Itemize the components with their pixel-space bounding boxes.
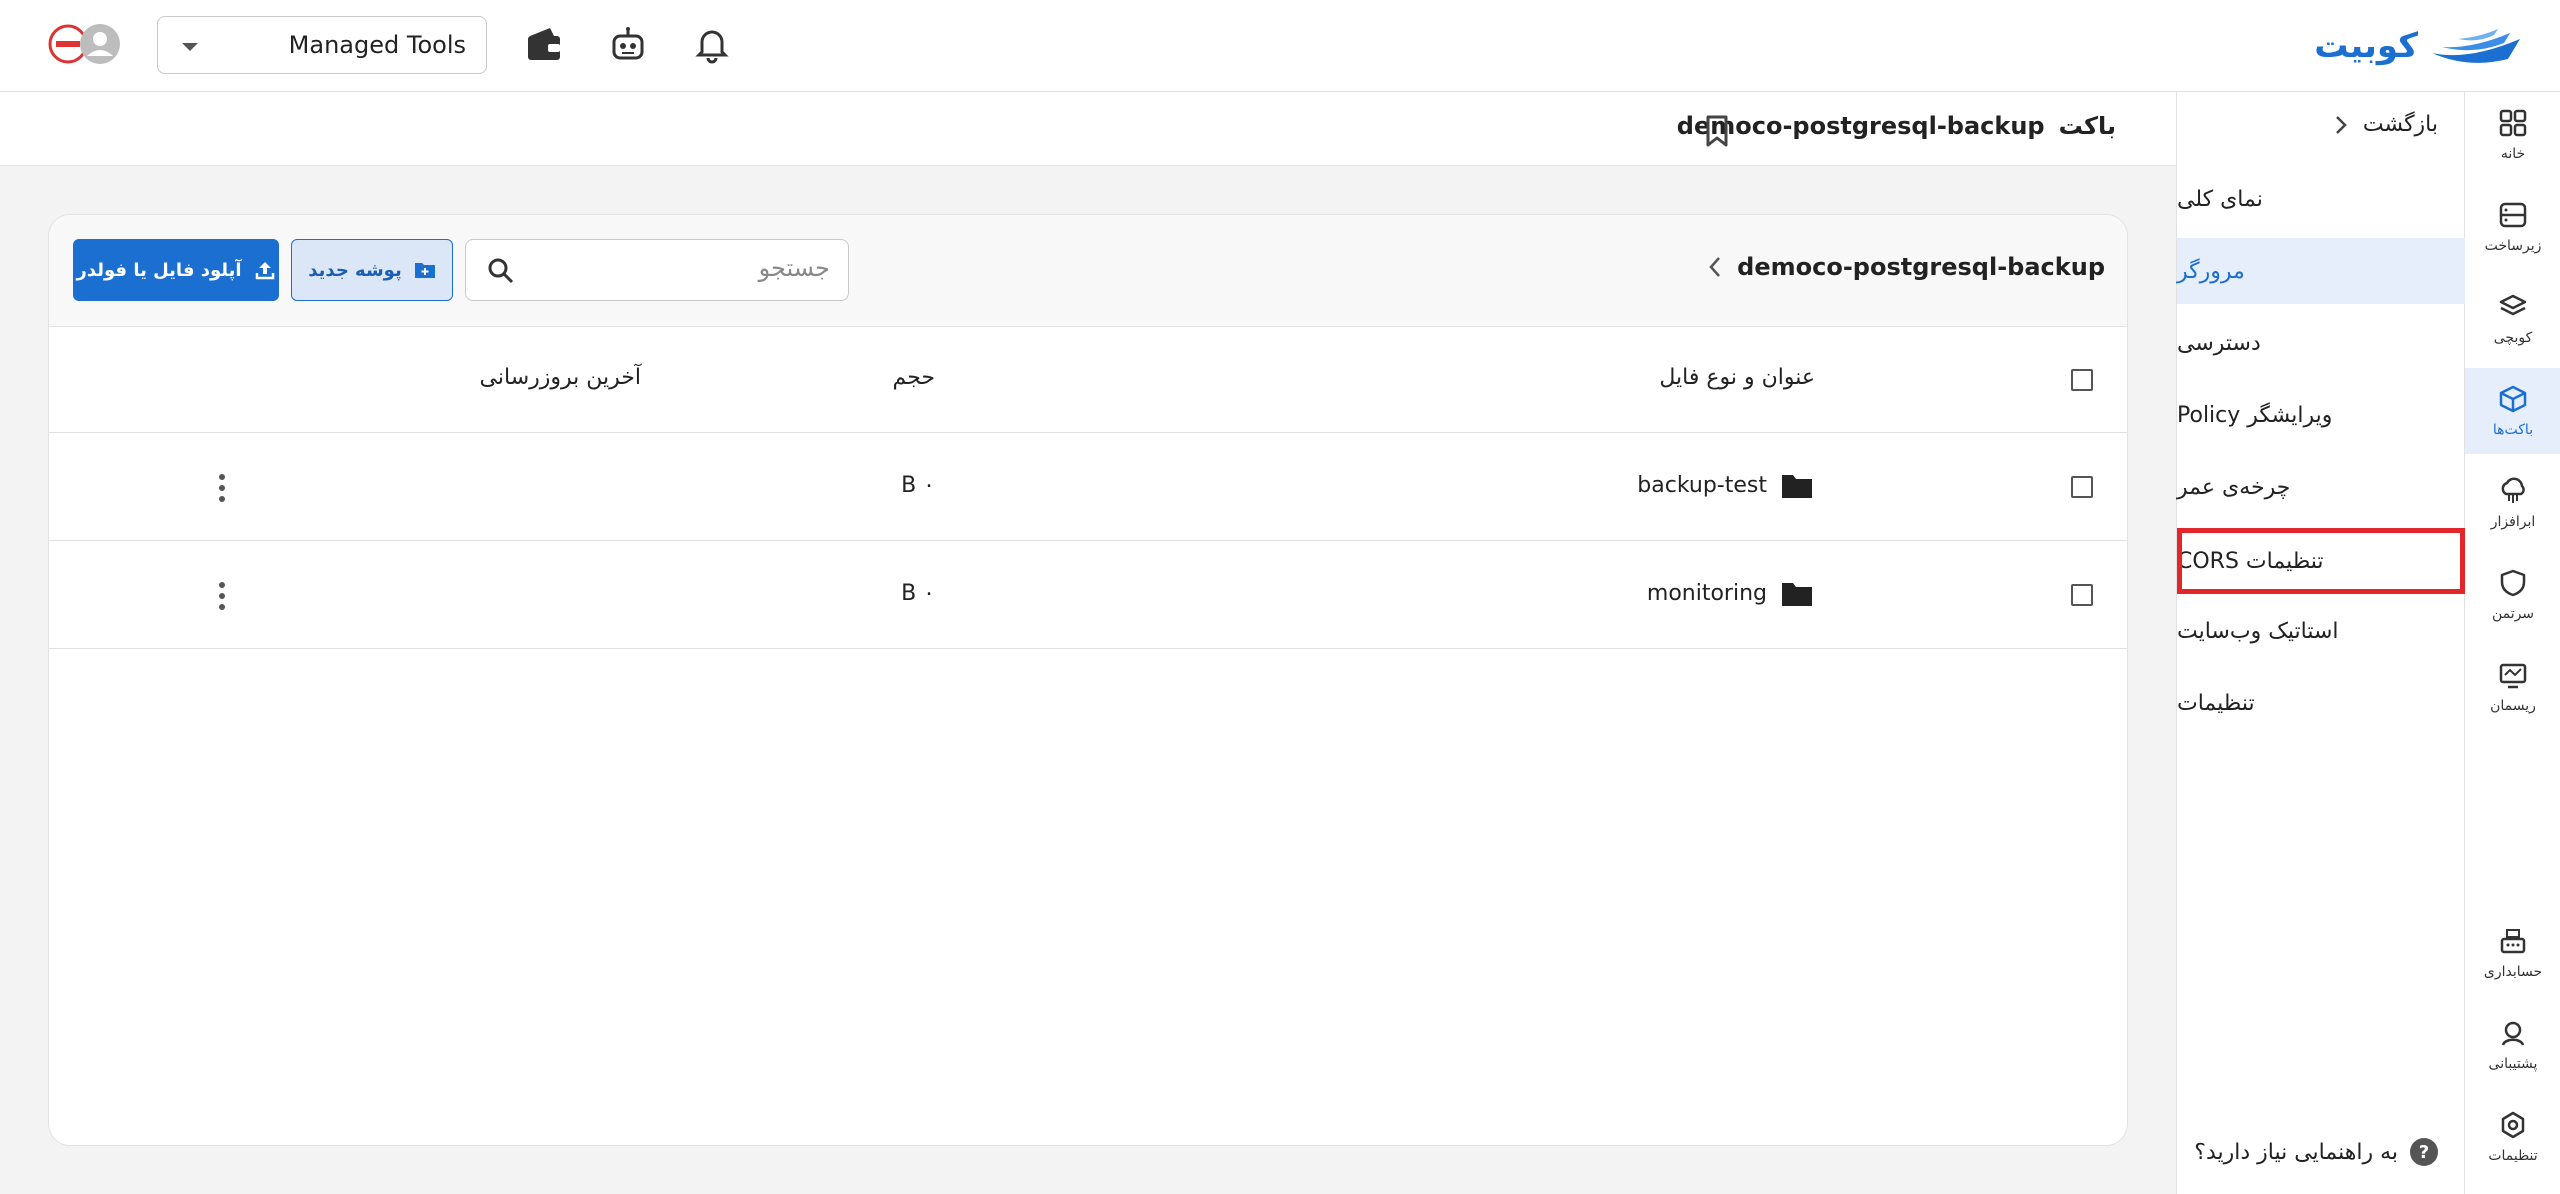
boat-logo-icon xyxy=(2432,29,2520,63)
row-name[interactable]: backup-test xyxy=(1637,473,1767,498)
support-icon xyxy=(2501,1021,2525,1046)
main-rail: خانه زیرساخت کوبچی باکت‌ها ابرافزار سرتم… xyxy=(2464,92,2560,1194)
robot-icon[interactable] xyxy=(606,22,650,66)
chevron-right-icon xyxy=(2335,115,2347,134)
page-title-prefix: باکت xyxy=(2058,112,2116,140)
wallet-icon[interactable] xyxy=(522,22,566,66)
rail-item-label: حسابداری xyxy=(2483,964,2543,980)
cube-icon xyxy=(2499,385,2527,413)
nav-overview[interactable]: نمای کلی xyxy=(2177,166,2465,232)
rail-item-label: پشتیبانی xyxy=(2488,1056,2538,1072)
page-title: باکت democo-postgresql-backup xyxy=(1677,112,2116,140)
grid-icon xyxy=(2499,109,2527,137)
chevron-left-icon xyxy=(1709,257,1721,277)
search-input[interactable] xyxy=(550,254,830,282)
layers-icon xyxy=(2499,294,2527,316)
rail-item-label: ریسمان xyxy=(2490,698,2536,714)
shield-icon xyxy=(2500,569,2526,597)
nav-access[interactable]: دسترسی xyxy=(2177,310,2465,376)
folder-plus-icon xyxy=(414,263,435,278)
column-updated[interactable]: آخرین بروزرسانی xyxy=(480,365,641,390)
rail-item-label: سرتمن xyxy=(2491,606,2535,622)
bell-icon[interactable] xyxy=(690,22,734,66)
workspace-select-value: Managed Tools xyxy=(288,31,466,59)
rail-item-accounting[interactable]: حسابداری xyxy=(2465,910,2560,996)
top-bar: کوبیت Managed Tools xyxy=(0,0,2560,92)
bucket-nav: بازگشت نمای کلی مرورگر دسترسی ویرایشگر P… xyxy=(2176,92,2465,1194)
rail-item-sartaman[interactable]: سرتمن xyxy=(2465,552,2560,638)
upload-icon xyxy=(255,262,274,280)
workspace-select[interactable]: Managed Tools xyxy=(157,16,487,74)
nav-policy-editor[interactable]: ویرایشگر Policy xyxy=(2177,382,2465,448)
rail-item-kubchi[interactable]: کوبچی xyxy=(2465,276,2560,362)
rail-item-cloud-app[interactable]: ابرافزار xyxy=(2465,460,2560,546)
bucket-header: باکت democo-postgresql-backup xyxy=(0,92,2176,166)
rail-item-support[interactable]: پشتیبانی xyxy=(2465,1002,2560,1088)
question-icon: ? xyxy=(2410,1138,2438,1166)
monitor-icon xyxy=(2499,663,2527,689)
row-checkbox[interactable] xyxy=(2071,584,2093,606)
more-vertical-icon[interactable] xyxy=(219,474,227,502)
new-folder-label: پوشه جدید xyxy=(308,259,402,281)
column-name[interactable]: عنوان و نوع فایل xyxy=(1659,365,1815,390)
settings-icon xyxy=(2501,1111,2525,1139)
search-icon xyxy=(488,258,514,284)
rail-item-buckets[interactable]: باکت‌ها xyxy=(2465,368,2560,454)
brand-logo[interactable]: کوبیت xyxy=(2284,20,2524,72)
rail-item-label: ابرافزار xyxy=(2490,514,2536,530)
user-avatar[interactable] xyxy=(48,22,124,66)
breadcrumb-bucket[interactable]: democo-postgresql-backup xyxy=(1737,253,2105,281)
help-label: به راهنمایی نیاز دارید؟ xyxy=(2194,1139,2398,1165)
table-header: عنوان و نوع فایل حجم آخرین بروزرسانی xyxy=(49,327,2127,433)
server-icon xyxy=(2499,202,2527,228)
breadcrumb: democo-postgresql-backup xyxy=(1707,253,2105,281)
rail-item-label: زیرساخت xyxy=(2484,238,2542,254)
row-name[interactable]: monitoring xyxy=(1647,581,1767,606)
brand-name: کوبیت xyxy=(2314,26,2418,66)
nav-settings[interactable]: تنظیمات xyxy=(2177,670,2465,736)
cloud-icon xyxy=(2501,477,2525,503)
select-all-checkbox[interactable] xyxy=(2071,369,2093,391)
upload-label: آپلود فایل یا فولدر xyxy=(76,259,242,281)
rail-item-label: باکت‌ها xyxy=(2492,422,2534,438)
nav-cors-settings[interactable]: تنظیمات CORS xyxy=(2177,528,2465,594)
table-row[interactable]: monitoring ۰ B xyxy=(49,541,2127,649)
column-size[interactable]: حجم xyxy=(893,365,935,390)
rail-item-label: تنظیمات xyxy=(2488,1148,2538,1164)
rail-item-home[interactable]: خانه xyxy=(2465,92,2560,178)
cash-register-icon xyxy=(2500,929,2526,954)
nav-lifecycle[interactable]: چرخه‌ی عمر xyxy=(2177,454,2465,520)
rail-item-label: کوبچی xyxy=(2493,330,2533,346)
row-checkbox[interactable] xyxy=(2071,476,2093,498)
rail-item-infrastructure[interactable]: زیرساخت xyxy=(2465,184,2560,270)
file-browser-toolbar: democo-postgresql-backup پوشه جدید آپلود… xyxy=(49,215,2127,327)
folder-icon xyxy=(1782,475,1812,498)
new-folder-button[interactable]: پوشه جدید xyxy=(291,239,453,301)
back-label: بازگشت xyxy=(2362,112,2438,137)
rail-item-settings[interactable]: تنظیمات xyxy=(2465,1094,2560,1180)
folder-icon xyxy=(1782,583,1812,606)
nav-browser[interactable]: مرورگر xyxy=(2177,238,2465,304)
search-box xyxy=(465,239,849,301)
more-vertical-icon[interactable] xyxy=(219,582,227,610)
upload-button[interactable]: آپلود فایل یا فولدر xyxy=(73,239,279,301)
back-link[interactable]: بازگشت xyxy=(2333,112,2438,137)
rail-item-risman[interactable]: ریسمان xyxy=(2465,644,2560,730)
table-row[interactable]: backup-test ۰ B xyxy=(49,433,2127,541)
nav-static-website[interactable]: استاتیک وب‌سایت xyxy=(2177,598,2465,664)
row-size: ۰ B xyxy=(901,581,935,606)
help-link[interactable]: ? به راهنمایی نیاز دارید؟ xyxy=(2194,1138,2438,1166)
rail-item-label: خانه xyxy=(2500,146,2526,162)
chevron-down-icon xyxy=(182,43,198,51)
bookmark-icon[interactable] xyxy=(1702,114,1732,148)
file-browser: democo-postgresql-backup پوشه جدید آپلود… xyxy=(48,214,2128,1146)
row-size: ۰ B xyxy=(901,473,935,498)
